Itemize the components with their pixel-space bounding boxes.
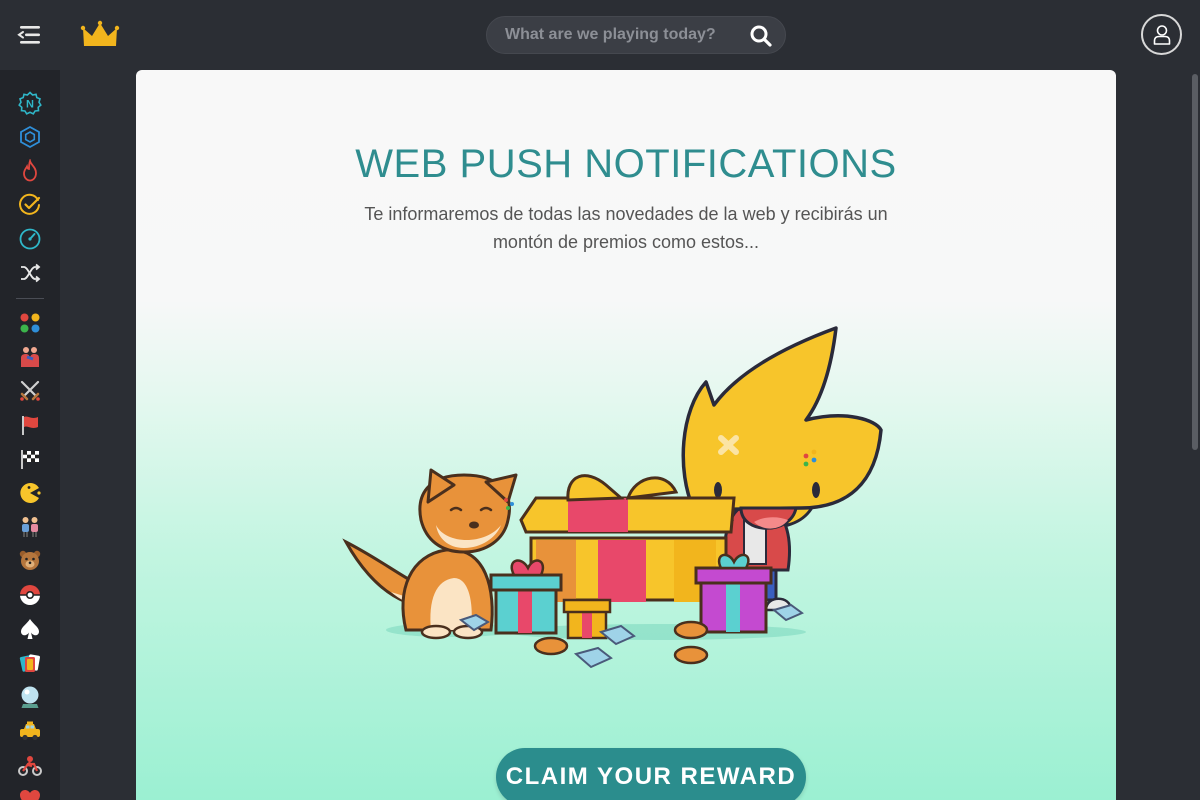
heart-icon bbox=[20, 790, 40, 800]
page-scrollbar[interactable] bbox=[1190, 70, 1200, 800]
sidebar-item-two-players[interactable] bbox=[17, 514, 43, 540]
sidebar-divider bbox=[16, 298, 44, 299]
sidebar-item-puzzle[interactable] bbox=[17, 684, 43, 710]
search-input[interactable] bbox=[505, 17, 735, 53]
sidebar-item-quick[interactable] bbox=[17, 226, 43, 252]
pokeball-icon bbox=[20, 585, 40, 605]
sidebar-item-best[interactable] bbox=[17, 192, 43, 218]
page-subtitle: Te informaremos de todas las novedades d… bbox=[364, 204, 888, 252]
sidebar: N bbox=[0, 70, 60, 800]
sidebar-item-kids[interactable] bbox=[17, 548, 43, 574]
gem bbox=[573, 646, 613, 669]
rewards-illustration bbox=[342, 326, 883, 669]
sidebar-item-categories[interactable] bbox=[17, 124, 43, 150]
couple-icon bbox=[22, 517, 38, 537]
sidebar-item-casual[interactable] bbox=[17, 310, 43, 336]
check-circle-icon bbox=[19, 193, 41, 215]
sidebar-item-random[interactable] bbox=[17, 260, 43, 286]
user-icon bbox=[1153, 25, 1171, 45]
shuffle-icon bbox=[21, 263, 41, 283]
coin bbox=[673, 645, 709, 665]
hamburger-menu-icon bbox=[17, 26, 40, 44]
claim-reward-button[interactable]: CLAIM YOUR REWARD bbox=[496, 748, 806, 800]
svg-text:N: N bbox=[26, 99, 34, 111]
spade-icon bbox=[21, 619, 39, 639]
sidebar-item-hot[interactable] bbox=[17, 158, 43, 184]
hexagon-icon bbox=[20, 125, 40, 149]
dots-grid-icon bbox=[20, 313, 40, 333]
sidebar-item-bikes[interactable] bbox=[17, 752, 43, 778]
top-bar bbox=[0, 0, 1200, 70]
coin bbox=[673, 620, 709, 640]
sidebar-item-racing[interactable] bbox=[17, 446, 43, 472]
page-title: WEB PUSH NOTIFICATIONS bbox=[355, 142, 897, 186]
search-button[interactable] bbox=[749, 24, 773, 48]
sidebar-item-arcade[interactable] bbox=[17, 480, 43, 506]
sidebar-item-new[interactable]: N bbox=[17, 90, 43, 116]
sidebar-item-fighting[interactable] bbox=[17, 344, 43, 370]
crown-logo[interactable] bbox=[80, 18, 120, 52]
sidebar-item-anime[interactable] bbox=[17, 582, 43, 608]
fox-character bbox=[342, 468, 518, 640]
search-icon bbox=[750, 25, 772, 47]
coin bbox=[533, 636, 569, 656]
motorbike-icon bbox=[18, 756, 42, 776]
red-flag-icon bbox=[22, 416, 38, 435]
crossed-swords-icon bbox=[20, 380, 40, 401]
checkered-flag-icon bbox=[21, 450, 39, 469]
search-bar bbox=[486, 16, 786, 54]
teddy-bear-icon bbox=[19, 550, 41, 570]
sidebar-item-driving[interactable] bbox=[17, 718, 43, 744]
flame-icon bbox=[23, 159, 37, 182]
crown-icon bbox=[80, 20, 120, 46]
new-icon: N bbox=[18, 91, 42, 115]
sidebar-item-board[interactable] bbox=[17, 650, 43, 676]
pacman-icon bbox=[20, 483, 41, 503]
push-notifications-card: WEB PUSH NOTIFICATIONS Te informaremos d… bbox=[136, 70, 1116, 800]
menu-button[interactable] bbox=[14, 20, 46, 50]
scrollbar-thumb[interactable] bbox=[1192, 74, 1198, 450]
sidebar-item-cards[interactable] bbox=[17, 616, 43, 642]
playing-cards-icon bbox=[19, 654, 40, 672]
speedometer-icon bbox=[19, 228, 41, 250]
taxi-icon bbox=[20, 721, 40, 741]
user-account-button[interactable] bbox=[1141, 14, 1182, 55]
wrestlers-icon bbox=[21, 347, 39, 367]
sidebar-item-adventure[interactable] bbox=[17, 412, 43, 438]
sidebar-item-action[interactable] bbox=[17, 378, 43, 404]
sidebar-item-girls[interactable] bbox=[17, 786, 43, 800]
crystal-ball-icon bbox=[21, 686, 39, 708]
